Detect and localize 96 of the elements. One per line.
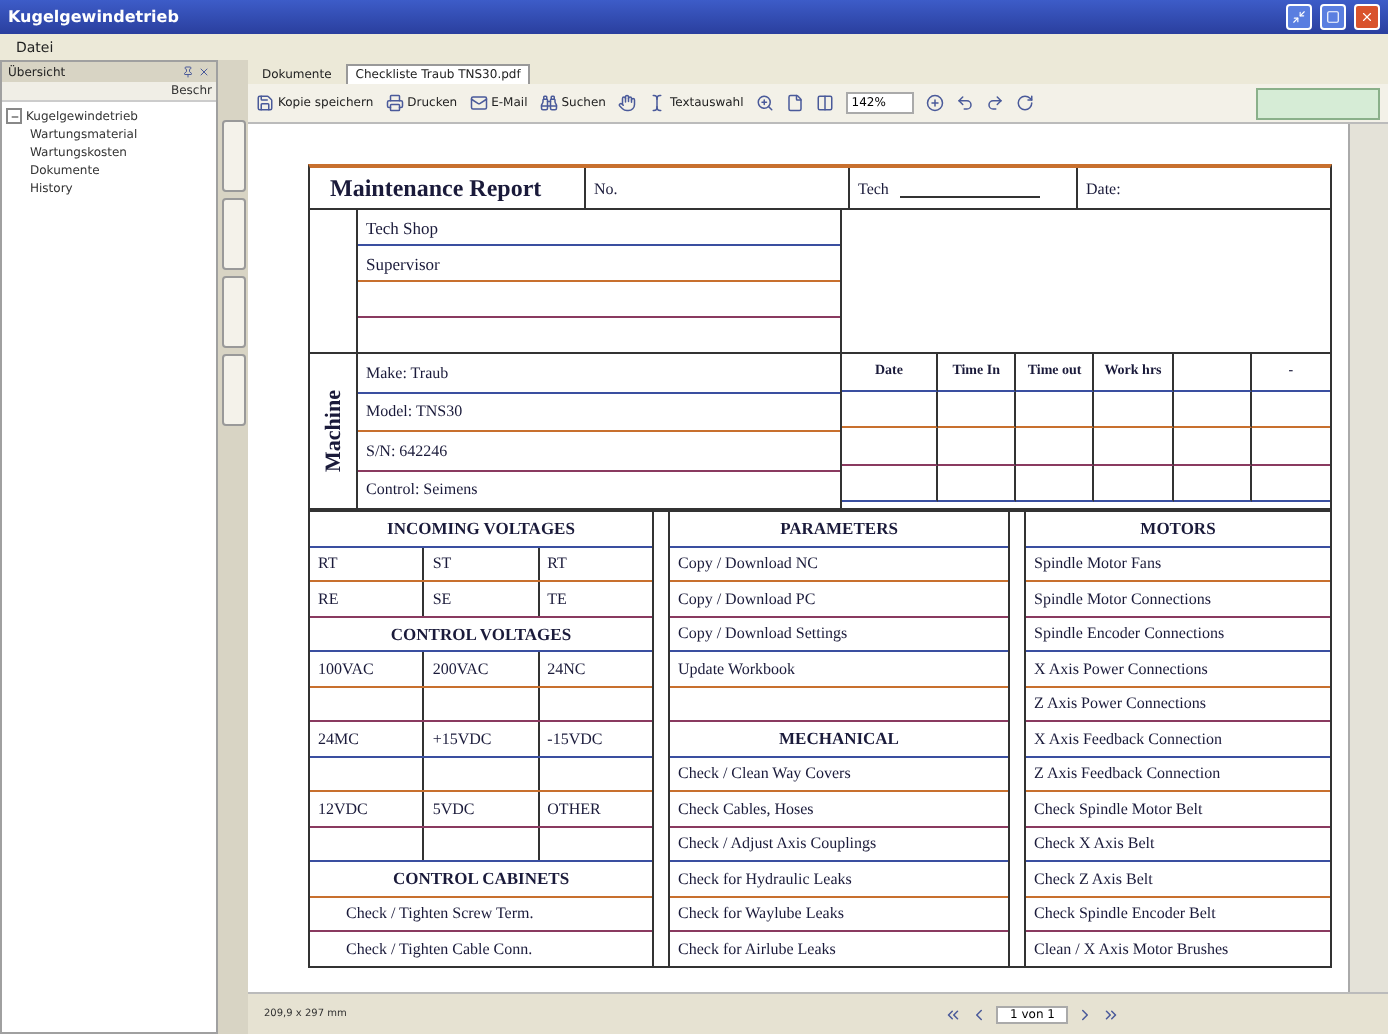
hand-icon — [617, 94, 636, 112]
checklist-item: Z Axis Feedback Connection — [1034, 764, 1221, 783]
checklist-item: Check for Hydraulic Leaks — [678, 869, 852, 888]
empty-cell — [1016, 465, 1095, 502]
voltage-label: RT — [547, 554, 567, 573]
checklist-item: Check for Airlube Leaks — [678, 939, 836, 958]
field-label: Tech Shop — [366, 217, 438, 237]
zoom-icon — [755, 94, 774, 112]
checklist-item: Spindle Motor Fans — [1034, 554, 1162, 573]
field-label: No. — [594, 179, 618, 197]
empty-cell — [1173, 428, 1252, 465]
voltage-label: ST — [432, 554, 452, 573]
checklist-item: Check X Axis Belt — [1034, 834, 1155, 853]
voltage-label: 5VDC — [432, 799, 475, 818]
first-page-icon — [944, 1005, 962, 1023]
rotate-icon — [1015, 94, 1034, 112]
empty-cell — [1173, 391, 1252, 428]
mail-icon — [469, 94, 488, 112]
machine-detail: Model: TNS30 — [366, 402, 463, 421]
section-label: Machine — [321, 390, 345, 472]
close-icon[interactable] — [198, 66, 210, 78]
voltage-label: -15VDC — [547, 729, 603, 748]
binoculars-icon — [539, 94, 558, 112]
section-heading: CONTROL VOLTAGES — [390, 623, 572, 644]
maximize-button[interactable] — [1320, 4, 1346, 30]
section-heading: CONTROL CABINETS — [392, 868, 570, 889]
voltage-label: SE — [432, 589, 452, 608]
empty-cell — [1016, 428, 1095, 465]
checklist-item: X Axis Power Connections — [1034, 659, 1208, 678]
minimize-button[interactable] — [1286, 4, 1312, 30]
checklist-item: Check Spindle Encoder Belt — [1034, 904, 1216, 923]
checklist-item: Check Spindle Motor Belt — [1034, 799, 1203, 818]
side-tab[interactable] — [221, 198, 245, 270]
voltage-label: +15VDC — [432, 729, 492, 748]
checklist-item: Spindle Motor Connections — [1034, 589, 1211, 608]
machine-detail: S/N: 642246 — [366, 441, 448, 460]
undo-icon — [955, 94, 974, 112]
voltage-label: RE — [318, 589, 339, 608]
pin-icon[interactable] — [182, 66, 194, 78]
checklist-item: Copy / Download NC — [678, 554, 818, 573]
voltage-label: 100VAC — [318, 659, 374, 678]
scrollbar[interactable] — [1348, 124, 1388, 992]
two-page-icon — [815, 94, 834, 112]
empty-cell — [938, 428, 1017, 465]
collapse-icon[interactable] — [6, 108, 22, 124]
close-button[interactable] — [1354, 4, 1380, 30]
checklist-item: Check Z Axis Belt — [1034, 869, 1153, 888]
checklist-item: Check Cables, Hoses — [678, 799, 814, 818]
voltage-label: RT — [318, 554, 338, 573]
voltage-label: 200VAC — [432, 659, 489, 678]
checklist-item: Check / Adjust Axis Couplings — [678, 834, 877, 853]
checklist-item: Z Axis Power Connections — [1034, 694, 1206, 713]
text-cursor-icon — [647, 94, 666, 112]
field-label: Supervisor — [366, 253, 440, 273]
checklist-item: Check / Tighten Screw Term. — [346, 904, 534, 923]
side-tab[interactable] — [221, 120, 245, 192]
printer-icon — [385, 94, 404, 112]
checklist-item: Check / Tighten Cable Conn. — [346, 939, 533, 958]
machine-detail: Make: Traub — [366, 363, 449, 382]
section-heading: PARAMETERS — [780, 518, 898, 539]
section-heading: MECHANICAL — [779, 728, 899, 749]
form-title: Maintenance Report — [330, 173, 542, 203]
checklist-item: Spindle Encoder Connections — [1034, 624, 1225, 643]
voltage-label: OTHER — [547, 799, 601, 818]
side-tab[interactable] — [221, 276, 245, 348]
voltage-label: 24NC — [547, 659, 586, 678]
checklist-item: Copy / Download Settings — [678, 624, 848, 643]
field-label: Tech — [858, 179, 889, 197]
previous-page-icon — [970, 1005, 988, 1023]
checklist-item: Check for Waylube Leaks — [678, 904, 844, 923]
plus-icon — [925, 94, 944, 112]
checklist-item: X Axis Feedback Connection — [1034, 729, 1222, 748]
empty-cell — [938, 465, 1017, 502]
section-heading: MOTORS — [1140, 518, 1216, 539]
checklist-item: Update Workbook — [678, 659, 796, 678]
save-icon — [256, 94, 274, 112]
empty-cell — [1173, 465, 1252, 502]
field-label: Date: — [1086, 179, 1121, 197]
minimize-icon — [1292, 10, 1306, 24]
checklist-item: Copy / Download PC — [678, 589, 816, 608]
side-tab[interactable] — [221, 354, 245, 426]
voltage-label: TE — [547, 589, 567, 608]
maximize-icon — [1326, 10, 1340, 24]
window-title: Kugelgewindetrieb — [8, 8, 181, 26]
machine-detail: Control: Seimens — [366, 480, 478, 499]
checklist-item: Check / Clean Way Covers — [678, 764, 851, 783]
checklist-item: Clean / X Axis Motor Brushes — [1034, 939, 1229, 958]
redo-icon — [985, 94, 1004, 112]
empty-cell — [1094, 428, 1174, 465]
close-icon — [1360, 10, 1374, 24]
section-heading: INCOMING VOLTAGES — [387, 518, 575, 539]
voltage-label: 24MC — [318, 729, 359, 748]
last-page-icon — [1102, 1005, 1121, 1023]
empty-cell — [1094, 465, 1174, 502]
voltage-label: 12VDC — [318, 799, 368, 818]
page-icon — [785, 94, 804, 112]
